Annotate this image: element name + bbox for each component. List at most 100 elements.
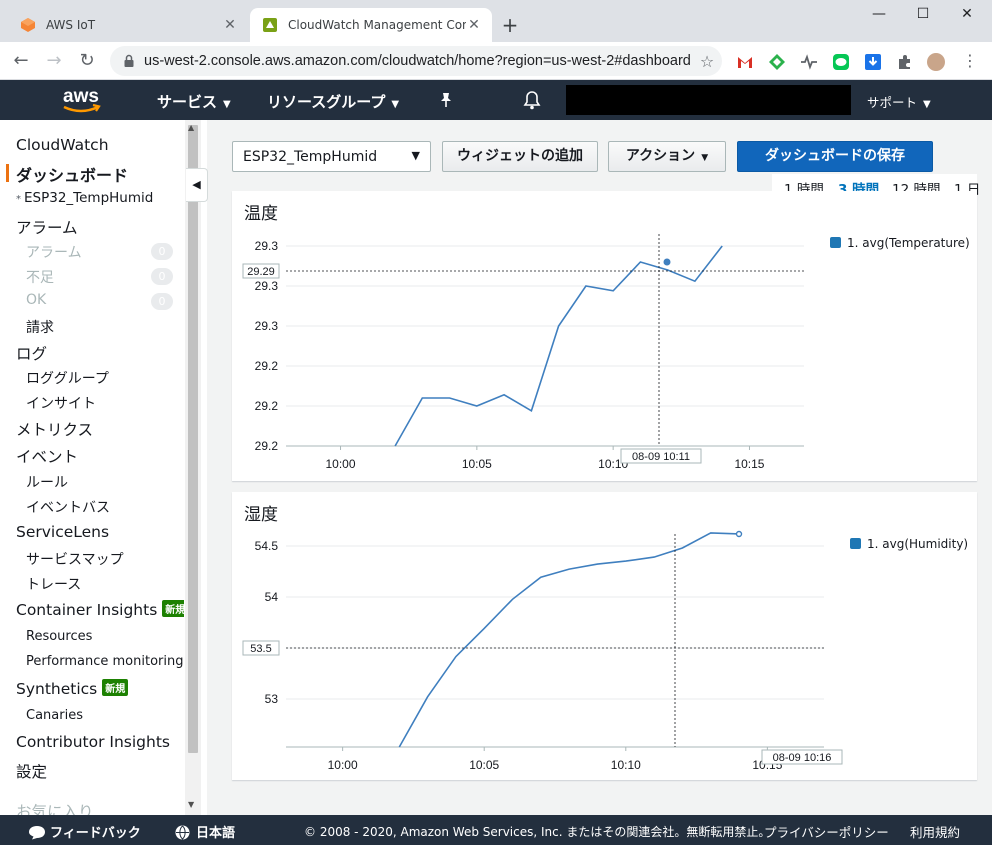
temperature-widget[interactable]: 29.3 29.3 29.3 29.2 29.2 29.2 10:00 10:05 10:10 1… [232, 191, 977, 481]
sidebar-item-traces[interactable]: トレース [26, 574, 81, 594]
gmail-icon[interactable] [736, 53, 754, 71]
aws-logo[interactable]: aws [58, 85, 104, 115]
minimize-icon[interactable]: — [865, 6, 893, 26]
sidebar-item-metrics[interactable]: メトリクス [16, 418, 93, 440]
series-line [398, 532, 740, 748]
close-icon[interactable]: ✕ [466, 17, 482, 33]
y-tick-label: 29.3 [255, 279, 279, 293]
close-icon[interactable]: ✕ [222, 17, 238, 33]
tab-title: AWS IoT [46, 18, 96, 32]
sidebar-item-log-groups[interactable]: ロググループ [26, 368, 109, 388]
sidebar-item-settings[interactable]: 設定 [16, 760, 47, 782]
url-text: us-west-2.console.aws.amazon.com/cloudwa… [144, 53, 692, 69]
sidebar-scrollbar-thumb[interactable] [188, 125, 198, 753]
globe-icon [175, 825, 190, 840]
dashboard-select[interactable]: ESP32_TempHumid ▼ [232, 141, 431, 172]
sidebar-item-synthetics[interactable]: Synthetics 新規 [16, 679, 129, 698]
add-widget-button[interactable]: ウィジェットの追加 [442, 141, 598, 172]
sidebar-item-rules[interactable]: ルール [26, 472, 68, 492]
pulse-icon[interactable] [800, 53, 818, 71]
cloudwatch-favicon-icon [263, 18, 277, 32]
temperature-legend[interactable]: 1. avg(Temperature) [830, 236, 970, 250]
y-tick-label: 29.3 [255, 319, 279, 333]
sidebar-item-resources[interactable]: Resources [26, 629, 92, 644]
new-tab-button[interactable]: + [500, 13, 520, 37]
language-label: 日本語 [196, 826, 236, 841]
maximize-icon[interactable]: ☐ [909, 6, 937, 26]
window-close-icon[interactable]: ✕ [953, 6, 981, 26]
profile-avatar[interactable] [927, 53, 945, 71]
feedly-icon[interactable] [768, 53, 786, 71]
sidebar-item-dashboards[interactable]: ダッシュボード [16, 162, 128, 186]
support-label: サポート [867, 95, 918, 110]
sidebar-item-alarm-state[interactable]: アラーム [26, 242, 82, 262]
sidebar-item-ok[interactable]: OK [26, 292, 46, 308]
resource-groups-label: リソースグループ [267, 93, 386, 111]
sidebar-item-cloudwatch[interactable]: CloudWatch [16, 136, 109, 154]
chevron-down-icon: ▼ [923, 99, 931, 110]
terms-link[interactable]: 利用規約 [910, 822, 960, 841]
x-tick-label: 10:05 [469, 758, 499, 772]
chevron-down-icon: ▼ [411, 149, 420, 162]
sidebar-item-favorites[interactable]: お気に入り [16, 800, 94, 815]
services-label: サービス [157, 93, 218, 111]
new-badge: 新規 [162, 600, 184, 617]
line-icon[interactable] [832, 53, 850, 71]
hover-time-label: 08-09 10:16 [773, 752, 832, 764]
sidebar-item-performance-monitoring[interactable]: Performance monitoring [26, 654, 183, 669]
y-tick-label: 29.2 [255, 399, 279, 413]
sidebar-item-alarms[interactable]: アラーム [16, 216, 78, 238]
hover-point [735, 530, 743, 538]
sidebar-item-contributor-insights[interactable]: Contributor Insights [16, 733, 170, 751]
humidity-legend[interactable]: 1. avg(Humidity) [850, 537, 968, 551]
legend-swatch [850, 538, 861, 549]
legend-label: 1. avg(Humidity) [867, 537, 969, 551]
resource-groups-menu[interactable]: リソースグループ ▼ [267, 91, 399, 112]
actions-button[interactable]: アクション ▼ [608, 141, 726, 172]
sidebar-item-servicelens[interactable]: ServiceLens [16, 523, 109, 541]
x-tick-label: 10:15 [734, 457, 764, 471]
extensions-puzzle-icon[interactable] [896, 53, 914, 71]
tab-cloudwatch[interactable]: CloudWatch Management Conso ✕ [250, 8, 492, 42]
language-selector[interactable]: 日本語 [175, 822, 235, 841]
sidebar-item-canaries[interactable]: Canaries [26, 708, 83, 723]
sidebar-item-event-buses[interactable]: イベントバス [26, 497, 110, 517]
support-menu[interactable]: サポート ▼ [867, 92, 931, 111]
humidity-chart[interactable]: 54.55453.55310:0010:0510:1010:1553.508-0… [232, 492, 977, 780]
sidebar-item-insufficient[interactable]: 不足 [26, 267, 54, 287]
feedback-link[interactable]: フィードバック [28, 822, 141, 841]
sidebar-item-esp32-dashboard[interactable]: * ESP32_TempHumid [16, 190, 153, 206]
privacy-link[interactable]: プライバシーポリシー [764, 822, 889, 841]
speech-bubble-icon [29, 826, 45, 840]
sidebar-item-billing[interactable]: 請求 [26, 317, 54, 337]
save-dashboard-button[interactable]: ダッシュボードの保存 [737, 141, 933, 172]
pin-icon[interactable] [439, 92, 453, 108]
sidebar-item-events[interactable]: イベント [16, 445, 78, 467]
download-icon[interactable] [864, 53, 882, 71]
star-icon: * [16, 194, 21, 205]
scroll-down-icon[interactable]: ▼ [188, 800, 194, 809]
legend-swatch [830, 237, 841, 248]
humidity-widget[interactable]: 54.55453.55310:0010:0510:1010:1553.508-0… [232, 492, 977, 780]
sidebar-item-logs[interactable]: ログ [16, 342, 47, 364]
address-bar[interactable]: us-west-2.console.aws.amazon.com/cloudwa… [110, 46, 722, 76]
services-menu[interactable]: サービス ▼ [157, 91, 231, 112]
series-line [394, 245, 723, 447]
actions-label: アクション [625, 148, 696, 164]
temperature-chart[interactable]: 29.329.329.329.229.229.210:00 10:05 10:10 1… [232, 191, 977, 481]
scroll-up-icon[interactable]: ▲ [188, 123, 194, 132]
menu-kebab-icon[interactable]: ⋮ [959, 50, 981, 72]
footer: フィードバック 日本語 © 2008 - 2020, Amazon Web Se… [0, 815, 992, 845]
tab-aws-iot[interactable]: AWS IoT ✕ [8, 8, 248, 42]
x-tick-label: 10:00 [326, 457, 356, 471]
sidebar-item-service-map[interactable]: サービスマップ [26, 549, 124, 569]
sidebar-item-container-insights[interactable]: Container Insights 新規 [16, 600, 184, 619]
bookmark-star-icon[interactable]: ☆ [692, 52, 722, 71]
bell-icon[interactable] [523, 90, 541, 110]
forward-icon[interactable]: → [43, 50, 65, 72]
collapse-sidebar-button[interactable]: ◀ [186, 168, 208, 202]
sidebar-item-insights[interactable]: インサイト [26, 393, 96, 413]
reload-icon[interactable]: ↻ [76, 50, 98, 72]
caret-left-icon: ◀ [192, 178, 201, 191]
back-icon[interactable]: ← [10, 50, 32, 72]
